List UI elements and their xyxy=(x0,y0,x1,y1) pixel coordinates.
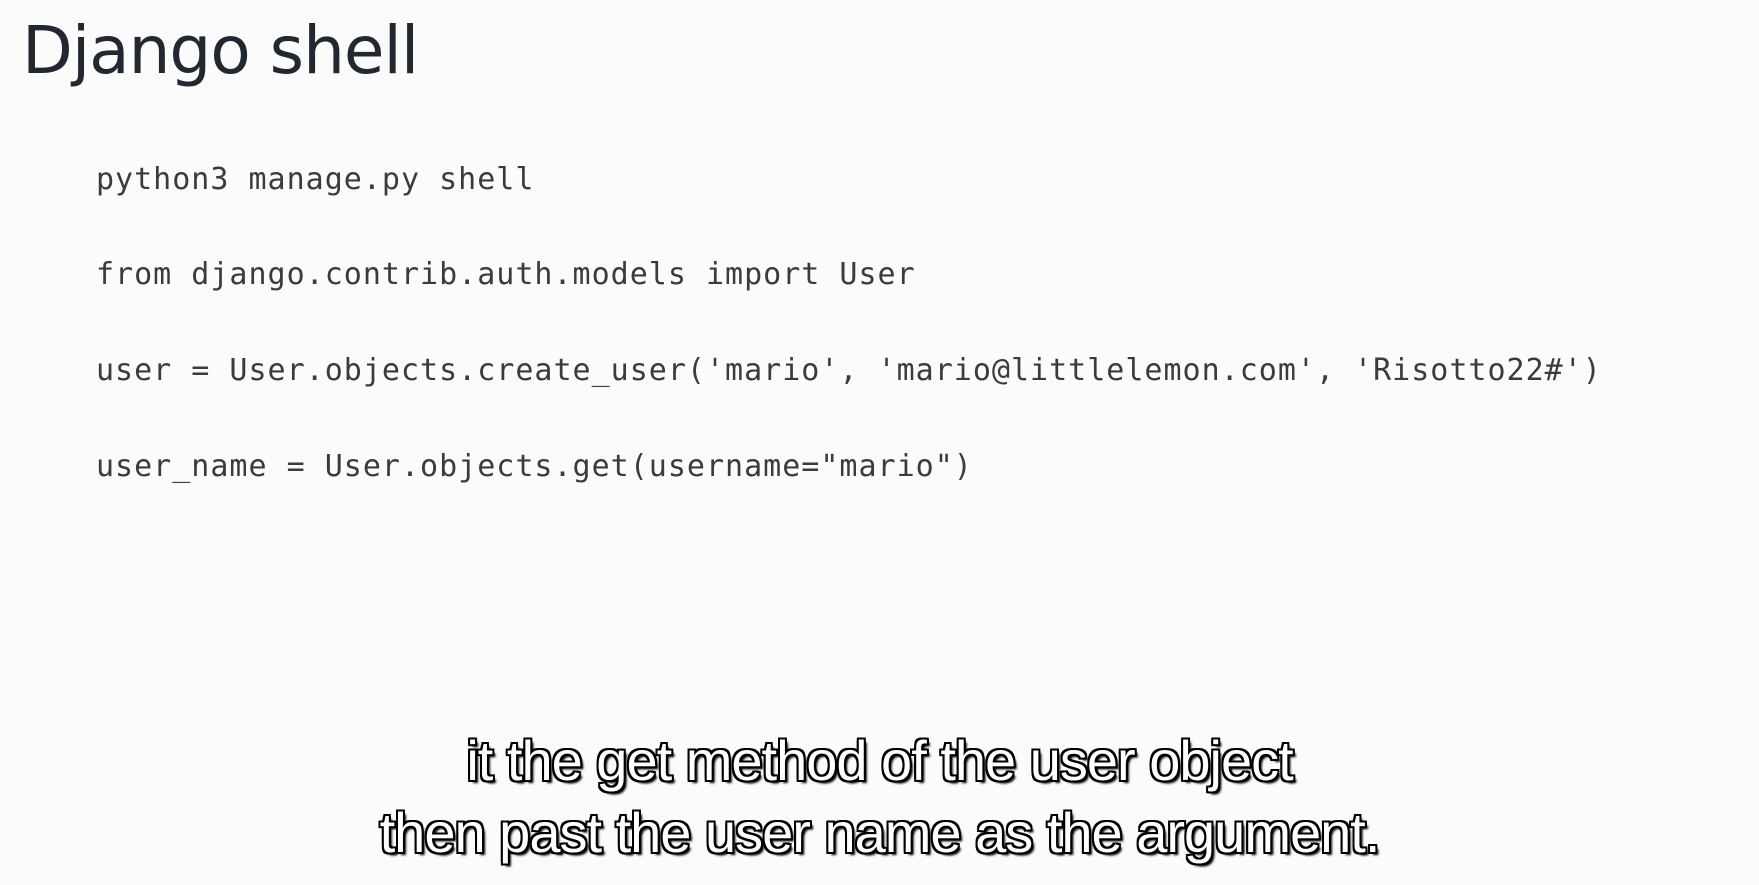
code-line: user = User.objects.create_user('mario',… xyxy=(96,353,1602,388)
slide-title: Django shell xyxy=(22,12,419,89)
code-line: python3 manage.py shell xyxy=(96,162,535,197)
code-line: user_name = User.objects.get(username="m… xyxy=(96,449,973,484)
video-frame: Django shell python3 manage.py shell fro… xyxy=(0,0,1759,885)
subtitle-line: it the get method of the user object xyxy=(466,729,1293,792)
subtitle-caption: it the get method of the user object the… xyxy=(0,725,1759,869)
subtitle-line: then past the user name as the argument. xyxy=(379,801,1381,864)
code-line: from django.contrib.auth.models import U… xyxy=(96,257,916,292)
